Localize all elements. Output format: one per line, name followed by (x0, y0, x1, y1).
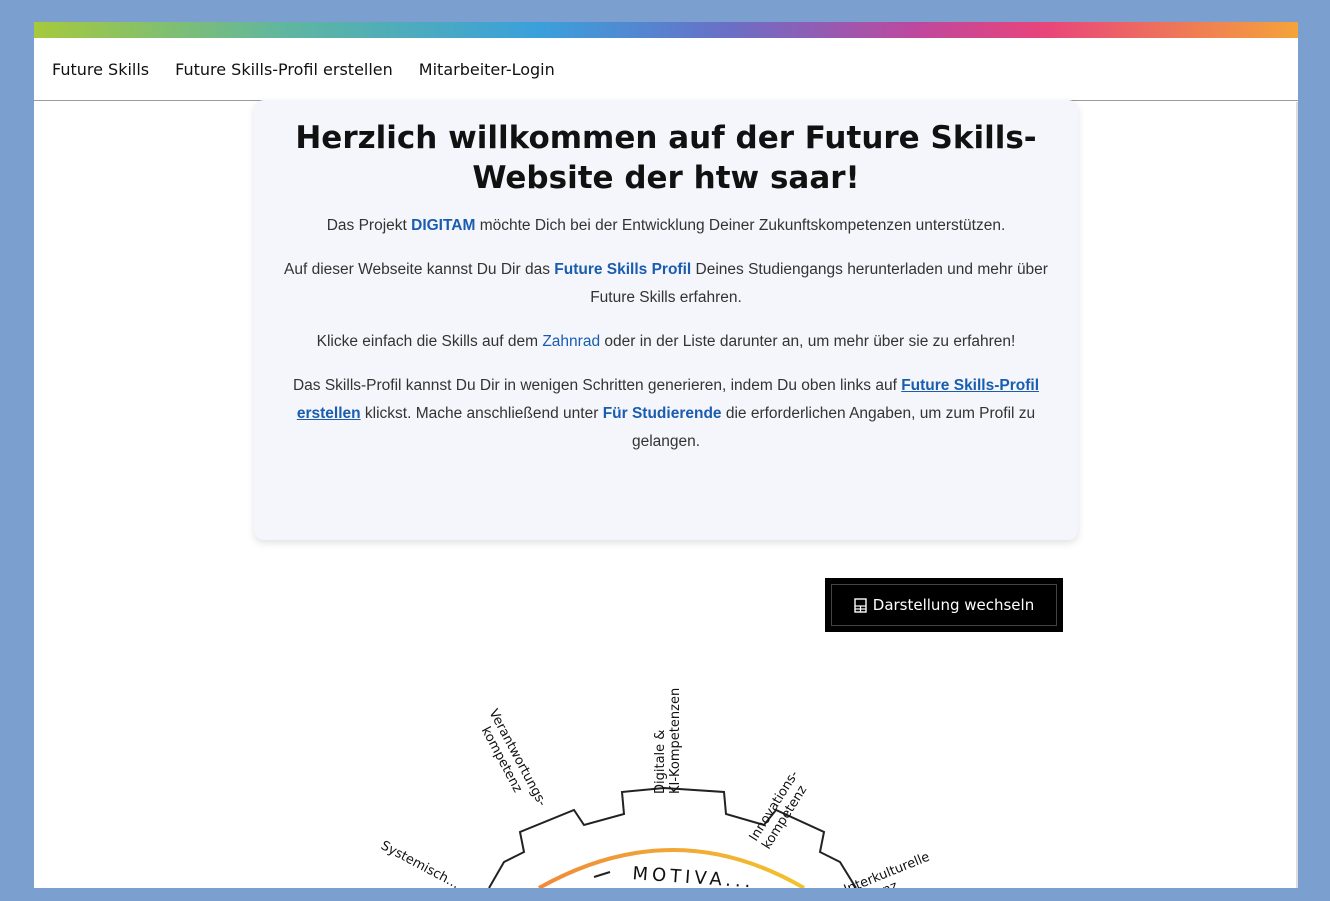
label-innovation[interactable]: Innovations- kompetenz (747, 768, 815, 852)
fuer-studierende-link[interactable]: Für Studierende (603, 405, 722, 422)
label-interkulturell[interactable]: Interkulturelle ...tenz (842, 850, 938, 888)
profile-paragraph: Auf dieser Webseite kannst Du Dir das Fu… (272, 256, 1060, 312)
label-verantwortung[interactable]: Verantwortungs- kompetenz (472, 707, 550, 816)
intro-text-a: Das Projekt (326, 217, 412, 234)
wheel-text-a: Klicke einfach die Skills auf dem (316, 333, 543, 350)
profile-text-a: Auf dieser Webseite kannst Du Dir das (284, 261, 555, 278)
wheel-dash (593, 871, 611, 878)
label-digitale-line1: Digitale & (653, 730, 668, 794)
label-systemisch-text: Systemisch... (378, 838, 462, 888)
wheel-center-label: MOTIVA... (632, 863, 755, 888)
nav-mitarbeiter-login[interactable]: Mitarbeiter-Login (419, 60, 555, 79)
generate-text-a: Das Skills-Profil kannst Du Dir in wenig… (292, 377, 902, 394)
intro-text-b: möchte Dich bei der Entwicklung Deiner Z… (475, 217, 1006, 234)
future-skills-wheel[interactable]: MOTIVA... Digitale & KI-Kompetenzen Vera… (34, 662, 1298, 888)
label-systemisch[interactable]: Systemisch... (378, 838, 462, 888)
zahnrad-link[interactable]: Zahnrad (542, 333, 600, 350)
nav-future-skills[interactable]: Future Skills (52, 60, 149, 79)
table-icon (854, 597, 867, 613)
button-inner: Darstellung wechseln (831, 584, 1057, 626)
browser-viewport: Future Skills Future Skills-Profil erste… (34, 22, 1298, 888)
digitam-link[interactable]: DIGITAM (411, 217, 475, 234)
welcome-card: Herzlich willkommen auf der Future Skill… (254, 100, 1078, 540)
top-navigation: Future Skills Future Skills-Profil erste… (34, 38, 1298, 101)
wheel-text-b: oder in der Liste darunter an, um mehr ü… (600, 333, 1016, 350)
label-digitale-ki[interactable]: Digitale & KI-Kompetenzen (653, 688, 683, 794)
label-digitale-line2: KI-Kompetenzen (668, 688, 683, 794)
darstellung-wechseln-button[interactable]: Darstellung wechseln (825, 578, 1063, 632)
intro-paragraph: Das Projekt DIGITAM möchte Dich bei der … (272, 212, 1060, 240)
generate-paragraph: Das Skills-Profil kannst Du Dir in wenig… (272, 372, 1060, 456)
wheel-paragraph: Klicke einfach die Skills auf dem Zahnra… (272, 328, 1060, 356)
welcome-title: Herzlich willkommen auf der Future Skill… (295, 120, 1037, 196)
page-scrollbar[interactable] (1296, 102, 1298, 888)
nav-profil-erstellen[interactable]: Future Skills-Profil erstellen (175, 60, 393, 79)
generate-text-b: klickst. Mache anschließend unter (360, 405, 603, 422)
brand-gradient-bar (34, 22, 1298, 38)
future-skills-profil-link[interactable]: Future Skills Profil (554, 261, 691, 278)
button-label: Darstellung wechseln (872, 596, 1035, 614)
